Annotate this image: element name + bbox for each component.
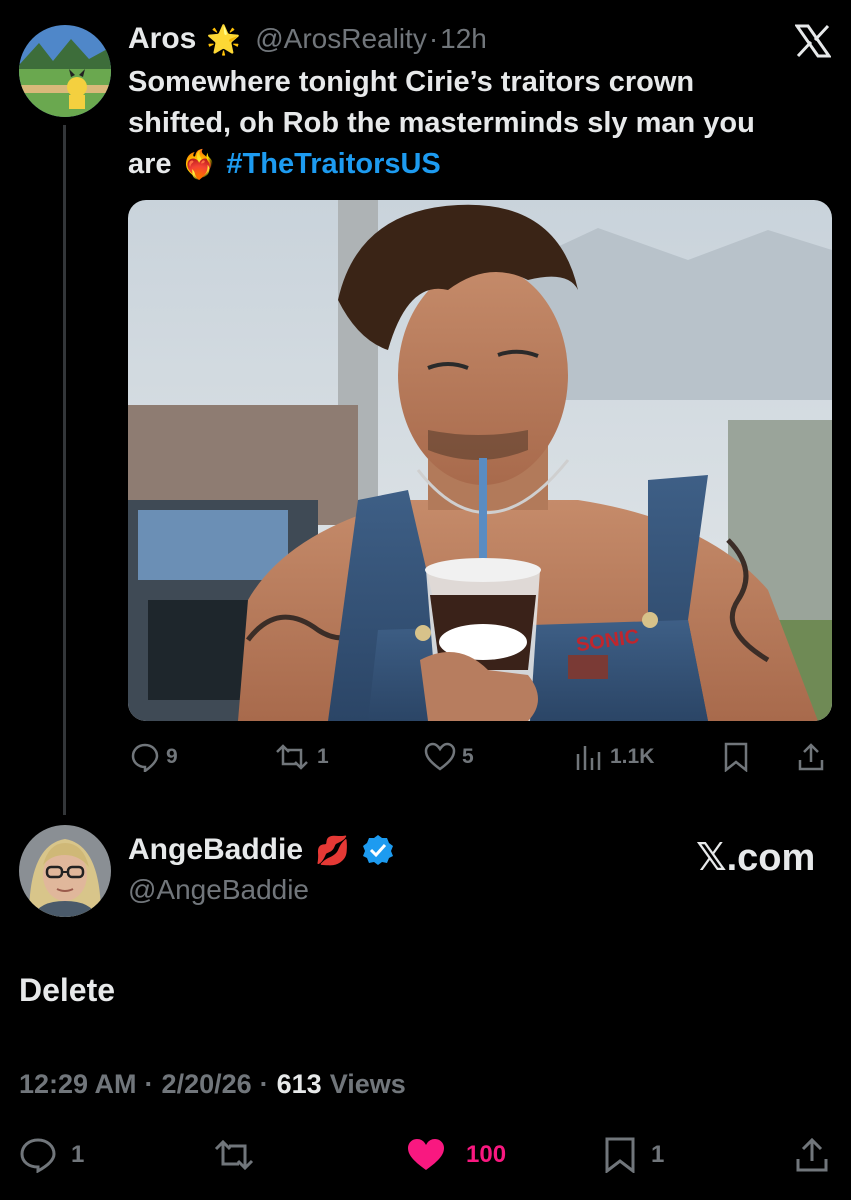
reply-time[interactable]: 12:29 AM: [19, 1069, 137, 1100]
reply-icon: [131, 743, 159, 772]
reply-handle[interactable]: @AngeBaddie: [128, 874, 309, 906]
reply-views-count: 613: [276, 1069, 322, 1099]
parent-time[interactable]: 12h: [440, 23, 487, 55]
parent-header: Aros 🌟 @ArosReality · 12h: [128, 22, 487, 56]
kiss-mark-emoji-icon: 💋: [315, 834, 350, 866]
parent-text-line-2: shifted, oh Rob the masterminds sly man …: [128, 107, 755, 139]
parent-handle[interactable]: @ArosReality: [255, 23, 427, 55]
reply-repost-action[interactable]: [212, 1137, 256, 1173]
bookmark-icon: [724, 742, 748, 772]
parent-views-count: 1.1K: [610, 745, 655, 768]
parent-avatar[interactable]: [19, 25, 111, 117]
parent-text: Somewhere tonight Cirie’s traitors crown…: [128, 62, 828, 185]
reply-text: Delete: [19, 972, 116, 1008]
reply-like-count: 100: [466, 1141, 507, 1168]
avatar-image: [19, 825, 111, 917]
reply-like-action[interactable]: 100: [406, 1137, 506, 1173]
reply-avatar[interactable]: [19, 825, 111, 917]
reply-icon: [20, 1138, 56, 1173]
parent-bookmark-action[interactable]: [722, 742, 750, 772]
reply-share-action[interactable]: [794, 1137, 830, 1173]
thread-line: [63, 125, 66, 815]
heart-on-fire-emoji-icon: ❤️‍🔥: [181, 149, 217, 180]
meta-separator-2: ·: [259, 1069, 269, 1099]
share-icon: [798, 743, 824, 771]
parent-text-line-1: Somewhere tonight Cirie’s traitors crown: [128, 66, 695, 98]
repost-icon: [214, 1139, 254, 1171]
reply-bookmark-count: 1: [651, 1141, 665, 1168]
parent-repost-count: 1: [317, 745, 329, 768]
hashtag-link[interactable]: #TheTraitorsUS: [226, 144, 440, 185]
meta-separator-1: ·: [144, 1069, 154, 1099]
x-logo-icon[interactable]: [794, 24, 832, 58]
parent-like-action[interactable]: 5: [424, 742, 474, 772]
parent-text-line-3: are ❤️‍🔥 #TheTraitorsUS: [128, 144, 828, 185]
reply-meta: 12:29 AM · 2/20/26 · 613 Views: [19, 1069, 406, 1100]
verified-badge-icon: [362, 834, 394, 866]
star-emoji-icon: 🌟: [206, 23, 242, 55]
parent-reply-count: 9: [166, 745, 178, 768]
share-icon: [796, 1137, 828, 1172]
x-dot-com-brand[interactable]: 𝕏.com: [696, 835, 815, 880]
parent-display-name[interactable]: Aros: [128, 22, 196, 56]
parent-separator: ·: [428, 23, 439, 54]
reply-display-name[interactable]: AngeBaddie: [128, 833, 303, 867]
parent-reply-action[interactable]: 9: [130, 742, 178, 772]
heart-filled-icon: [408, 1139, 444, 1170]
reply-bookmark-action[interactable]: 1: [603, 1137, 664, 1173]
parent-share-action[interactable]: [796, 742, 826, 772]
media-photo: [128, 200, 832, 721]
bookmark-icon: [605, 1137, 635, 1173]
heart-icon: [424, 742, 456, 771]
reply-views-label: Views: [329, 1069, 406, 1099]
reply-header: AngeBaddie 💋: [128, 833, 394, 867]
avatar-image: [19, 25, 111, 117]
parent-text-line-3-prefix: are: [128, 148, 172, 180]
tweet-media-image[interactable]: SONIC: [128, 200, 832, 721]
views-chart-icon: [576, 746, 601, 770]
parent-repost-action[interactable]: 1: [273, 742, 329, 772]
repost-icon: [276, 744, 308, 770]
reply-reply-action[interactable]: 1: [19, 1137, 84, 1173]
reply-reply-count: 1: [71, 1141, 85, 1168]
parent-like-count: 5: [462, 745, 474, 768]
parent-views-action[interactable]: 1.1K: [574, 742, 654, 772]
reply-date[interactable]: 2/20/26: [162, 1069, 252, 1100]
